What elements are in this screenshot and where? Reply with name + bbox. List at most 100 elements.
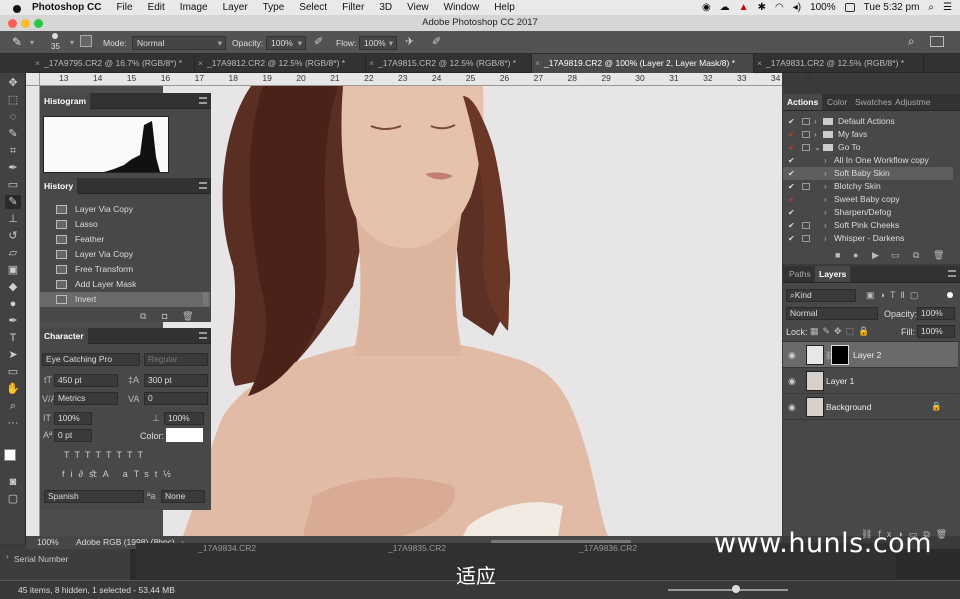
bluetooth-icon[interactable]: ✱: [758, 2, 766, 13]
history-item[interactable]: Add Layer Mask: [40, 277, 210, 292]
new-action-icon[interactable]: ⧉: [913, 250, 919, 261]
layer-row[interactable]: ◉ Layer 1: [783, 368, 958, 394]
fill-input[interactable]: 100%: [917, 325, 955, 338]
history-item[interactable]: Free Transform: [40, 262, 210, 277]
zoom-window-icon[interactable]: [34, 19, 43, 28]
screen-mode-icon[interactable]: ▢: [5, 492, 21, 506]
panel-menu-icon[interactable]: [199, 332, 207, 339]
dialog-toggle-icon[interactable]: [802, 118, 810, 125]
vertical-scale-input[interactable]: 100%: [54, 412, 92, 425]
expand-arrow-icon[interactable]: ›: [814, 128, 817, 141]
tab-adjustments[interactable]: Adjustme: [891, 94, 934, 110]
language-select[interactable]: Spanish: [44, 490, 144, 503]
check-icon[interactable]: ✔: [788, 128, 795, 141]
menu-image[interactable]: Image: [180, 2, 208, 13]
stamp-tool-icon[interactable]: ⊥: [5, 212, 21, 226]
collapse-arrow-icon[interactable]: ⌄: [814, 141, 821, 154]
menu-3d[interactable]: 3D: [379, 2, 392, 13]
menu-window[interactable]: Window: [444, 2, 480, 13]
layer-name[interactable]: Layer 1: [826, 376, 854, 386]
shape-tool-icon[interactable]: ▭: [5, 365, 21, 379]
slider-knob[interactable]: [732, 585, 740, 593]
kerning-select[interactable]: Metrics: [54, 392, 118, 405]
tab-history[interactable]: History: [40, 178, 78, 194]
layer-thumbnail[interactable]: [806, 345, 824, 365]
healing-tool-icon[interactable]: ▭: [5, 178, 21, 192]
menu-view[interactable]: View: [407, 2, 429, 13]
record-icon[interactable]: ◉: [702, 2, 711, 13]
close-tab-icon[interactable]: ×: [369, 54, 374, 72]
doc-tab-3[interactable]: × _17A9815.CR2 @ 12.5% (RGB/8*) *: [366, 54, 532, 73]
lock-icon[interactable]: 🔒: [931, 401, 942, 412]
pressure-size-icon[interactable]: ✐: [432, 35, 441, 48]
eyedropper-tool-icon[interactable]: ✒: [5, 161, 21, 175]
thumbnail-label[interactable]: _17A9834.CR2: [198, 543, 256, 553]
panel-menu-icon[interactable]: [948, 270, 956, 277]
menu-filter[interactable]: Filter: [342, 2, 364, 13]
history-scrollbar[interactable]: [203, 292, 208, 306]
menu-type[interactable]: Type: [263, 2, 285, 13]
doc-tab-5[interactable]: × _17A9831.CR2 @ 12.5% (RGB/8*) *: [754, 54, 924, 73]
history-brush-tool-icon[interactable]: ↺: [5, 229, 21, 243]
visibility-eye-icon[interactable]: ◉: [788, 402, 796, 413]
tab-layers[interactable]: Layers: [815, 266, 851, 282]
dialog-toggle-icon[interactable]: [802, 235, 810, 242]
action-item[interactable]: ✔ › Sweet Baby copy: [783, 193, 953, 206]
blend-mode-select[interactable]: Normal: [786, 307, 878, 320]
mode-select[interactable]: Normal: [132, 36, 226, 50]
apple-icon[interactable]: [12, 2, 22, 13]
action-item-selected[interactable]: ✔ › Soft Baby Skin: [783, 167, 953, 180]
visibility-eye-icon[interactable]: ◉: [788, 350, 796, 361]
brush-picker-arrow-icon[interactable]: ▾: [70, 38, 74, 47]
hand-tool-icon[interactable]: ✋: [5, 382, 21, 396]
check-icon[interactable]: ✔: [788, 115, 795, 128]
path-select-tool-icon[interactable]: ➤: [5, 348, 21, 362]
expand-arrow-icon[interactable]: ›: [824, 232, 827, 245]
wifi-icon[interactable]: ◠: [775, 2, 784, 13]
expand-arrow-icon[interactable]: ›: [824, 180, 827, 193]
volume-icon[interactable]: ◂): [793, 2, 801, 13]
expand-arrow-icon[interactable]: ›: [6, 552, 9, 561]
antialias-select[interactable]: None: [161, 490, 205, 503]
warning-icon[interactable]: ⚠: [158, 119, 166, 130]
expand-arrow-icon[interactable]: ›: [824, 167, 827, 180]
airbrush-icon[interactable]: ✈: [405, 35, 414, 48]
ruler-origin[interactable]: [26, 73, 40, 86]
font-style-select[interactable]: Regular: [144, 353, 208, 366]
document-image[interactable]: [163, 86, 782, 536]
menu-select[interactable]: Select: [299, 2, 327, 13]
notification-icon[interactable]: ☰: [943, 2, 952, 13]
action-item[interactable]: ✔ › Sharpen/Defog: [783, 206, 953, 219]
lock-icons[interactable]: ▦✎✥⬚🔒: [810, 326, 873, 337]
eraser-tool-icon[interactable]: ▱: [5, 246, 21, 260]
quick-mask-icon[interactable]: ◙: [5, 475, 21, 489]
zoom-level[interactable]: 100%: [37, 536, 59, 549]
tab-character[interactable]: Character: [40, 328, 88, 344]
expand-arrow-icon[interactable]: ›: [824, 219, 827, 232]
new-document-from-state-icon[interactable]: ⧉: [140, 311, 146, 322]
tab-swatches[interactable]: Swatches: [851, 94, 896, 110]
dialog-toggle-icon[interactable]: [802, 144, 810, 151]
check-icon[interactable]: ✔: [788, 232, 795, 245]
clock[interactable]: Tue 5:32 pm: [864, 2, 920, 13]
check-icon[interactable]: ✔: [788, 180, 795, 193]
brush-panel-icon[interactable]: [80, 35, 92, 47]
action-set[interactable]: ✔ › Default Actions: [783, 115, 953, 128]
layer-filter-select[interactable]: ⌕Kind: [786, 289, 856, 302]
horizontal-scale-input[interactable]: 100%: [164, 412, 204, 425]
history-item[interactable]: Lasso: [40, 217, 210, 232]
action-item[interactable]: ✔ › All In One Workflow copy: [783, 154, 953, 167]
play-icon[interactable]: ▶: [872, 250, 879, 261]
opentype-buttons[interactable]: fi∂ﬆA aTst½: [62, 469, 202, 483]
type-style-buttons[interactable]: TTTTTTTT: [64, 450, 204, 462]
zoom-tool-icon[interactable]: ⌕: [5, 399, 21, 413]
gradient-tool-icon[interactable]: ▣: [5, 263, 21, 277]
foreground-color-swatch[interactable]: [4, 449, 16, 461]
check-icon[interactable]: ✔: [788, 154, 795, 167]
doc-tab-2[interactable]: × _17A9812.CR2 @ 12.5% (RGB/8*) *: [195, 54, 366, 73]
doc-tab-1[interactable]: × _17A9795.CR2 @ 16.7% (RGB/8*) *: [32, 54, 195, 73]
marquee-tool-icon[interactable]: ⬚: [5, 93, 21, 107]
panel-menu-icon[interactable]: [199, 182, 207, 189]
brush-preview-icon[interactable]: [52, 33, 58, 39]
expand-arrow-icon[interactable]: ›: [824, 206, 827, 219]
